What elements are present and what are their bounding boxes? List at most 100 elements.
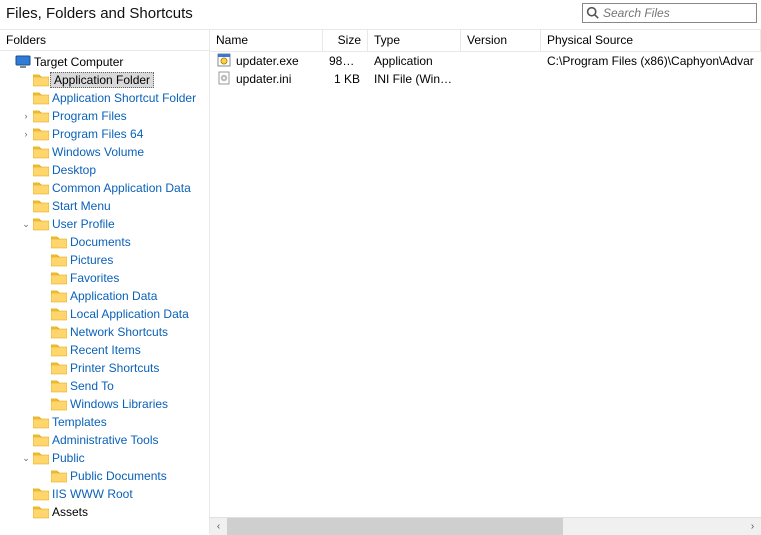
tree-item[interactable]: Assets (0, 503, 209, 521)
folder-icon (50, 379, 68, 393)
cell-name: updater.exe (210, 53, 323, 70)
file-name: updater.ini (236, 72, 291, 86)
tree-twisty[interactable]: › (20, 130, 32, 139)
cell-type: Application (368, 54, 461, 68)
tree-label: Templates (50, 415, 109, 429)
col-version[interactable]: Version (461, 30, 541, 51)
file-list: Name Size Type Version Physical Source u… (210, 30, 761, 534)
tree-item[interactable]: ⌄User Profile (0, 215, 209, 233)
cell-type: INI File (Wind... (368, 72, 461, 86)
tree-label: Windows Volume (50, 145, 146, 159)
tree-label: Public (50, 451, 87, 465)
file-row[interactable]: updater.ini 1 KBINI File (Wind... (210, 70, 761, 88)
tree-item[interactable]: Application Data (0, 287, 209, 305)
cell-size: 1 KB (323, 72, 368, 86)
scroll-track[interactable] (227, 518, 744, 535)
tree-item[interactable]: Desktop (0, 161, 209, 179)
tree-label: Recent Items (68, 343, 143, 357)
tree-item[interactable]: Administrative Tools (0, 431, 209, 449)
folder-icon (50, 361, 68, 375)
folder-icon (32, 91, 50, 105)
tree-label: Program Files 64 (50, 127, 145, 141)
tree-item[interactable]: Start Menu (0, 197, 209, 215)
tree-label: Administrative Tools (50, 433, 161, 447)
tree-item[interactable]: Favorites (0, 269, 209, 287)
folder-icon (50, 325, 68, 339)
col-name[interactable]: Name (210, 30, 323, 51)
folder-icon (32, 451, 50, 465)
tree-item[interactable]: Windows Libraries (0, 395, 209, 413)
tree-item[interactable]: › Program Files (0, 107, 209, 125)
file-row[interactable]: updater.exe 980 KBApplication C:\Program F… (210, 52, 761, 70)
exe-icon (216, 53, 232, 70)
tree-item[interactable]: Windows Volume (0, 143, 209, 161)
tree-label: Application Data (68, 289, 159, 303)
horizontal-scrollbar[interactable]: ‹ › (210, 517, 761, 534)
folder-icon (50, 397, 68, 411)
folder-icon (32, 163, 50, 177)
folder-icon (32, 199, 50, 213)
column-headers[interactable]: Name Size Type Version Physical Source (210, 30, 761, 52)
tree-item[interactable]: Recent Items (0, 341, 209, 359)
search-input[interactable] (582, 3, 757, 23)
folders-sidebar: Folders Target Computer Application Folde… (0, 30, 210, 534)
scroll-left-button[interactable]: ‹ (210, 518, 227, 535)
tree-twisty[interactable]: › (20, 112, 32, 121)
folders-header: Folders (0, 30, 209, 51)
folder-icon (32, 73, 50, 87)
folder-icon (50, 253, 68, 267)
ini-icon (216, 71, 232, 88)
computer-icon (14, 55, 32, 69)
tree-label: Network Shortcuts (68, 325, 170, 339)
file-name: updater.exe (236, 54, 299, 68)
scroll-thumb[interactable] (227, 518, 563, 535)
search-icon (586, 6, 599, 19)
tree-label: Pictures (68, 253, 115, 267)
tree-item[interactable]: Local Application Data (0, 305, 209, 323)
tree-label: Send To (68, 379, 116, 393)
folder-tree[interactable]: Target Computer Application Folder Applica… (0, 51, 209, 534)
tree-item[interactable]: Documents (0, 233, 209, 251)
tree-root[interactable]: Target Computer (0, 53, 209, 71)
tree-label: Local Application Data (68, 307, 191, 321)
cell-size: 980 KB (323, 54, 368, 68)
tree-label: Application Folder (50, 72, 154, 88)
tree-item[interactable]: Application Folder (0, 71, 209, 89)
tree-item[interactable]: Network Shortcuts (0, 323, 209, 341)
tree-item[interactable]: › Program Files 64 (0, 125, 209, 143)
col-source[interactable]: Physical Source (541, 30, 761, 51)
tree-label: Printer Shortcuts (68, 361, 161, 375)
tree-label: Program Files (50, 109, 129, 123)
folder-icon (50, 469, 68, 483)
tree-label: Documents (68, 235, 133, 249)
folder-icon (50, 343, 68, 357)
folder-icon (50, 235, 68, 249)
folder-icon (32, 145, 50, 159)
tree-twisty[interactable]: ⌄ (20, 220, 32, 229)
tree-label: Favorites (68, 271, 121, 285)
tree-item[interactable]: Application Shortcut Folder (0, 89, 209, 107)
tree-item[interactable]: ⌄ Public (0, 449, 209, 467)
tree-label: Application Shortcut Folder (50, 91, 198, 105)
tree-item[interactable]: Send To (0, 377, 209, 395)
tree-item[interactable]: Public Documents (0, 467, 209, 485)
tree-label: Target Computer (32, 55, 125, 69)
cell-source: C:\Program Files (x86)\Caphyon\Advar (541, 54, 761, 68)
tree-item[interactable]: Templates (0, 413, 209, 431)
scroll-right-button[interactable]: › (744, 518, 761, 535)
col-size[interactable]: Size (323, 30, 368, 51)
search-field[interactable] (582, 3, 757, 23)
folder-icon (32, 181, 50, 195)
col-type[interactable]: Type (368, 30, 461, 51)
tree-label: Start Menu (50, 199, 113, 213)
tree-twisty[interactable]: ⌄ (20, 454, 32, 463)
folder-icon (32, 487, 50, 501)
tree-item[interactable]: Printer Shortcuts (0, 359, 209, 377)
file-rows[interactable]: updater.exe 980 KBApplication C:\Program F… (210, 52, 761, 517)
tree-item[interactable]: Pictures (0, 251, 209, 269)
folder-icon (32, 415, 50, 429)
folder-icon (32, 217, 50, 231)
tree-item[interactable]: IIS WWW Root (0, 485, 209, 503)
folder-icon (32, 433, 50, 447)
tree-item[interactable]: Common Application Data (0, 179, 209, 197)
